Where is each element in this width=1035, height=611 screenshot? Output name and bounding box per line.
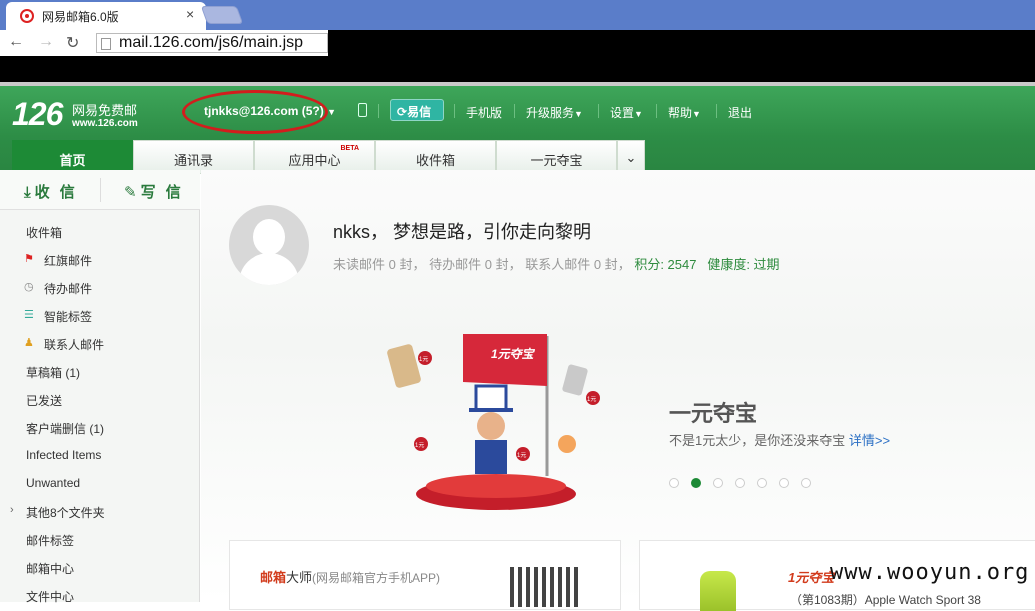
avatar[interactable] (229, 205, 309, 285)
nav-upgrade[interactable]: 升级服务▼ (526, 104, 583, 121)
carousel-dot[interactable] (691, 478, 701, 488)
product-title[interactable]: （第1083期）Apple Watch Sport 38 (790, 591, 981, 608)
folder-mail-center[interactable]: 邮箱中心 (26, 560, 74, 577)
logo-url: www.126.com (72, 118, 138, 129)
redaction-bar (328, 30, 1035, 56)
folder-smart-tags[interactable]: 智能标签 (44, 308, 92, 325)
watermark: www.wooyun.org (830, 560, 1030, 585)
yiyuan-logo: 1元夺宝 (788, 570, 835, 585)
chevron-down-icon: ▼ (327, 107, 337, 117)
mail-master-card[interactable]: 邮箱大师(网易邮箱官方手机APP) (229, 540, 621, 610)
folder-mail-tags[interactable]: 邮件标签 (26, 532, 74, 549)
flag-icon: ⚑ (24, 253, 34, 265)
nav-help[interactable]: 帮助▼ (668, 104, 701, 121)
nav-logout[interactable]: 退出 (728, 104, 752, 121)
mail-stats: 未读邮件 0 封， 待办邮件 0 封， 联系人邮件 0 封， 积分: 2547 … (333, 257, 780, 272)
nav-mobile[interactable]: 手机版 (466, 104, 502, 121)
download-icon: ⤓ (24, 184, 31, 201)
browser-tab-bar: 网易邮箱6.0版 × (0, 0, 1035, 30)
yixin-button[interactable]: ⟳易信 (390, 99, 444, 121)
unread-count[interactable]: 未读邮件 0 封 (333, 257, 412, 272)
carousel-dot[interactable] (757, 478, 767, 488)
tab-home[interactable]: 首页 (12, 140, 133, 174)
yixin-icon: ⟳ (397, 105, 408, 119)
tab-close-icon[interactable]: × (186, 6, 194, 22)
new-tab-button[interactable] (200, 6, 244, 24)
flag-label: 1元夺宝 (491, 347, 536, 361)
receive-button[interactable]: ⤓ 收 信 (24, 181, 78, 202)
tab-more-chevron-icon[interactable]: ⌄ (617, 140, 645, 174)
todo-count[interactable]: 待办邮件 0 封 (429, 257, 508, 272)
tab-yiyuan[interactable]: 一元夺宝 (496, 140, 617, 174)
carousel-dot[interactable] (669, 478, 679, 488)
svg-text:1元: 1元 (415, 442, 424, 449)
folder-contacts-mail[interactable]: 联系人邮件 (44, 336, 104, 353)
folder-unwanted[interactable]: Unwanted (26, 476, 80, 490)
highlight-ellipse (182, 90, 328, 134)
tag-stack-icon: ☰ (24, 309, 34, 321)
folder-sent[interactable]: 已发送 (26, 392, 62, 409)
clock-icon: ◷ (24, 281, 34, 293)
netease-favicon-icon (20, 9, 34, 23)
page-icon (101, 38, 111, 50)
apple-watch-image (700, 571, 736, 611)
svg-text:1元: 1元 (419, 356, 428, 363)
tab-title: 网易邮箱6.0版 (42, 10, 119, 24)
nav-settings[interactable]: 设置▼ (610, 104, 643, 121)
mobile-phone-icon[interactable] (358, 103, 367, 117)
promo-title: 一元夺宝 (669, 401, 758, 426)
points[interactable]: 积分: 2547 (634, 257, 696, 272)
carousel-dot[interactable] (801, 478, 811, 488)
tab-contacts[interactable]: 通讯录 (133, 140, 254, 174)
qr-code-icon (510, 567, 582, 607)
back-arrow-icon[interactable]: ← (8, 33, 24, 51)
folder-flagged[interactable]: 红旗邮件 (44, 252, 92, 269)
folder-file-center[interactable]: 文件中心 (26, 588, 74, 605)
svg-text:1元: 1元 (517, 452, 526, 459)
chevron-down-icon: ▼ (692, 109, 701, 119)
url-text: mail.126.com/js6/main.jsp (119, 34, 304, 51)
tab-inbox[interactable]: 收件箱 (375, 140, 496, 174)
sidebar: ⤓ 收 信 ✎ 写 信 收件箱 ⚑ 红旗邮件 ◷ 待办邮件 ☰ 智能标签 ♟ 联系人… (0, 170, 200, 605)
chevron-right-icon[interactable]: › (10, 504, 14, 516)
pencil-icon: ✎ (124, 184, 137, 201)
redaction-bar (0, 56, 1035, 82)
forward-arrow-icon[interactable]: → (38, 33, 54, 51)
folder-client-deleted[interactable]: 客户端删信 (1) (26, 420, 104, 437)
beta-badge: BETA (340, 145, 360, 152)
folder-todo[interactable]: 待办邮件 (44, 280, 92, 297)
main-panel: nkks， 梦想是路，引你走向黎明 未读邮件 0 封， 待办邮件 0 封， 联系… (201, 170, 1035, 611)
health-status[interactable]: 健康度: 过期 (707, 257, 779, 272)
mail-header: 126 网易免费邮 www.126.com tjnkks@126.com (5?… (0, 82, 1035, 174)
logo-number[interactable]: 126 (12, 96, 63, 133)
person-icon: ♟ (24, 337, 34, 349)
compose-button[interactable]: ✎ 写 信 (124, 181, 184, 202)
url-field[interactable]: mail.126.com/js6/main.jsp (96, 33, 328, 53)
mail-master-title: 邮箱大师(网易邮箱官方手机APP) (260, 570, 441, 585)
svg-text:1元: 1元 (587, 396, 596, 403)
carousel-dot[interactable] (779, 478, 789, 488)
browser-tab[interactable]: 网易邮箱6.0版 × (6, 2, 206, 30)
carousel-dot[interactable] (713, 478, 723, 488)
sidebar-actions: ⤓ 收 信 ✎ 写 信 (0, 170, 200, 210)
reload-icon[interactable]: ↻ (66, 33, 79, 53)
carousel-dot[interactable] (735, 478, 745, 488)
promo-subtitle: 不是1元太少，是你还没来夺宝 详情>> (669, 433, 891, 448)
greeting: nkks， 梦想是路，引你走向黎明 (333, 222, 592, 242)
folder-others[interactable]: 其他8个文件夹 (26, 504, 105, 521)
tab-app-center[interactable]: 应用中心 BETA (254, 140, 375, 174)
folder-infected[interactable]: Infected Items (26, 448, 101, 462)
folder-inbox[interactable]: 收件箱 (26, 224, 62, 241)
logo-text: 网易免费邮 (72, 103, 138, 118)
folder-drafts[interactable]: 草稿箱 (1) (26, 364, 80, 381)
promo-details-link[interactable]: 详情>> (849, 433, 890, 448)
promo-illustration[interactable]: 1元夺宝 1元 1元 1元 1元 (381, 326, 601, 516)
contacts-count[interactable]: 联系人邮件 0 封 (525, 257, 617, 272)
chevron-down-icon: ▼ (574, 109, 583, 119)
chevron-down-icon: ▼ (634, 109, 643, 119)
